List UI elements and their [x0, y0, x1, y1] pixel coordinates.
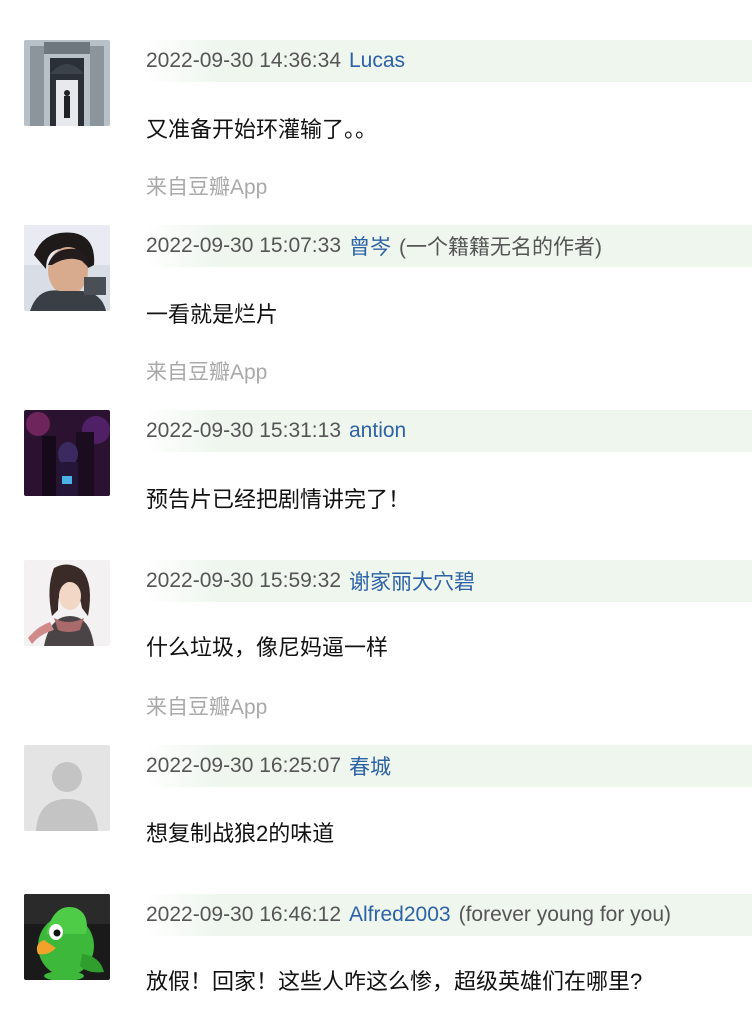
comment-timestamp: 2022-09-30 14:36:34 — [146, 49, 341, 72]
comment-text: 一看就是烂片 — [146, 302, 279, 327]
comment-source: 来自豆瓣App — [146, 361, 268, 384]
comment-meta: 2022-09-30 16:46:12 Alfred2003 (forever … — [146, 894, 752, 936]
comment-source: 来自豆瓣App — [146, 696, 268, 719]
comment-meta: 2022-09-30 15:59:32 谢家丽大穴碧 — [146, 560, 752, 602]
comment-username-link[interactable]: Alfred2003 — [349, 903, 451, 927]
comment-timestamp: 2022-09-30 15:07:33 — [146, 234, 341, 257]
green-parrot-icon — [24, 894, 110, 980]
comment-username-link[interactable]: 曾岑 — [349, 231, 391, 261]
default-user-icon — [24, 745, 110, 831]
comment-text: 什么垃圾，像尼妈逼一样 — [146, 635, 389, 660]
comment-timestamp: 2022-09-30 16:46:12 — [146, 903, 341, 926]
comment-text: 又准备开始环灌输了。。 — [146, 117, 378, 142]
user-avatar[interactable] — [24, 410, 110, 496]
comment-meta: 2022-09-30 15:31:13 antion — [146, 410, 752, 452]
comment-user-signature: (一个籍籍无名的作者) — [399, 236, 602, 259]
comment-meta: 2022-09-30 14:36:34 Lucas — [146, 40, 752, 82]
comment-meta: 2022-09-30 15:07:33 曾岑 (一个籍籍无名的作者) — [146, 225, 752, 267]
anime-character-icon — [24, 560, 110, 646]
comment-username-link[interactable]: 谢家丽大穴碧 — [349, 566, 475, 596]
comment-username-link[interactable]: Lucas — [349, 49, 405, 73]
user-avatar[interactable] — [24, 225, 110, 311]
comment-timestamp: 2022-09-30 15:59:32 — [146, 569, 341, 592]
user-avatar[interactable] — [24, 560, 110, 646]
comment-meta: 2022-09-30 16:25:07 春城 — [146, 745, 752, 787]
comment-username-link[interactable]: 春城 — [349, 751, 391, 781]
comment-text: 预告片已经把剧情讲完了！ — [146, 487, 411, 512]
comment-timestamp: 2022-09-30 15:31:13 — [146, 419, 341, 442]
comment-text: 想复制战狼2的味道 — [146, 821, 335, 846]
user-avatar[interactable] — [24, 40, 110, 126]
comment-timestamp: 2022-09-30 16:25:07 — [146, 754, 341, 777]
night-scene-icon — [24, 410, 110, 496]
comment-source: 来自豆瓣App — [146, 176, 268, 199]
user-avatar[interactable] — [24, 894, 110, 980]
person-portrait-icon — [24, 225, 110, 311]
comment-user-signature: (forever young for you) — [458, 903, 672, 926]
comment-text: 放假！回家！这些人咋这么惨，超级英雄们在哪里? — [146, 969, 643, 994]
user-avatar[interactable] — [24, 745, 110, 831]
comment-username-link[interactable]: antion — [349, 419, 406, 443]
building-doorway-icon — [24, 40, 110, 126]
